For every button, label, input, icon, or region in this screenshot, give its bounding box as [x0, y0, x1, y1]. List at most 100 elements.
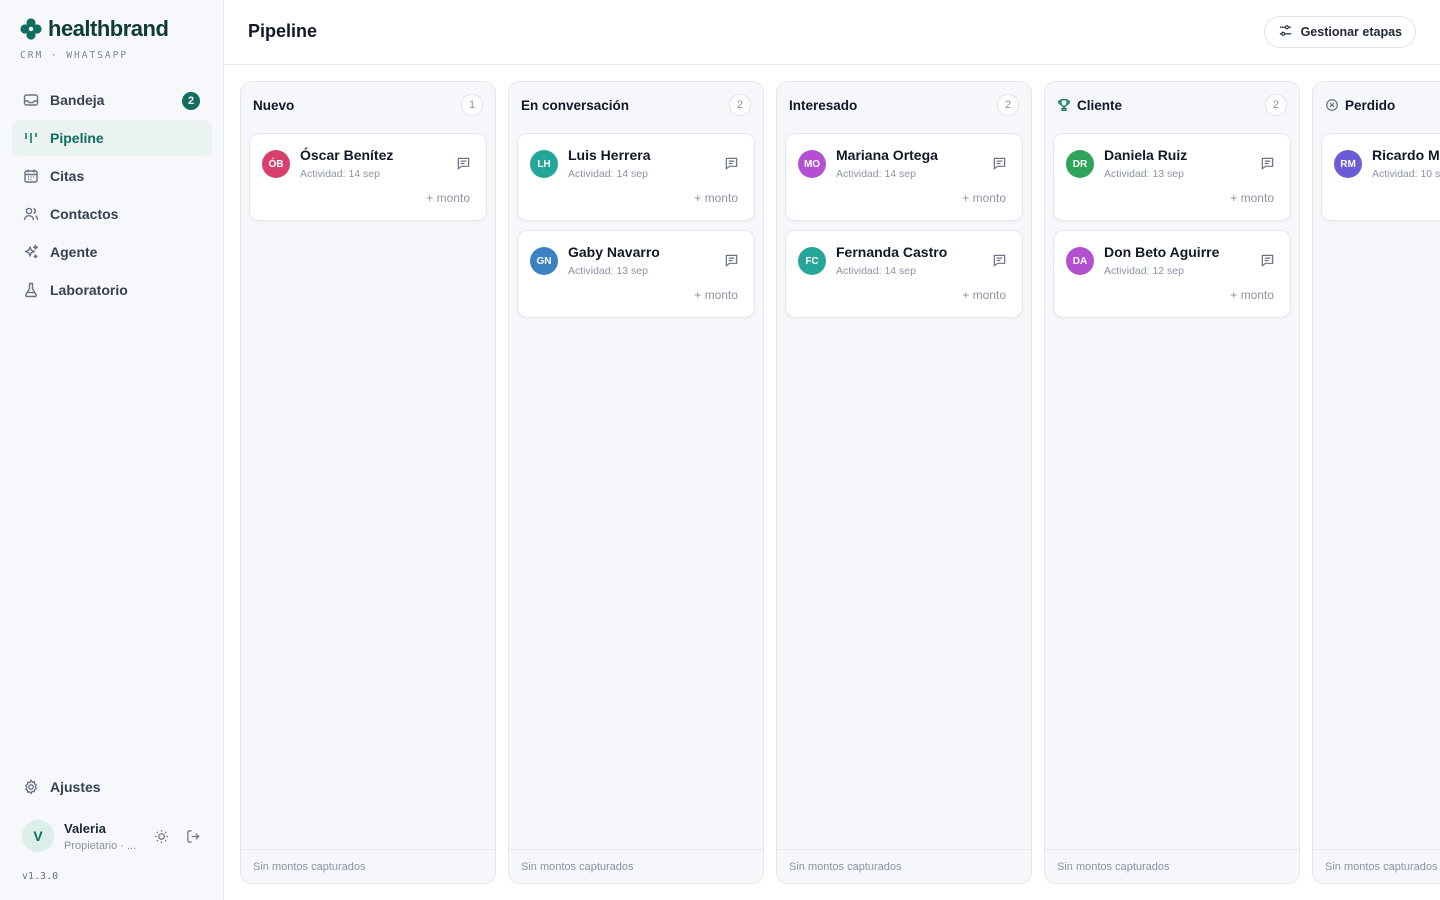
unread-badge: 2	[182, 92, 200, 110]
gear-icon	[22, 778, 40, 796]
sidebar-item-label: Ajustes	[50, 779, 101, 795]
deal-card[interactable]: RM Ricardo Mo Actividad: 10 s	[1321, 133, 1440, 221]
logout-icon	[186, 829, 200, 843]
manage-stages-label: Gestionar etapas	[1300, 25, 1402, 39]
column-count: 2	[729, 94, 751, 116]
user-role: Propietario · ...	[64, 839, 137, 852]
sidebar-item-bandeja[interactable]: Bandeja 2	[12, 82, 212, 118]
avatar: ÓB	[262, 150, 290, 178]
contact-name: Gaby Navarro	[568, 244, 660, 260]
message-icon[interactable]	[1258, 251, 1276, 269]
add-amount-link[interactable]: + monto	[962, 191, 1006, 205]
sidebar-item-citas[interactable]: Citas	[12, 158, 212, 194]
message-icon[interactable]	[722, 154, 740, 172]
sidebar-item-contactos[interactable]: Contactos	[12, 196, 212, 232]
column-title: Perdido	[1345, 97, 1396, 113]
sidebar-nav: Bandeja 2 Pipeline Citas Contactos Agent…	[12, 82, 212, 310]
theme-toggle-button[interactable]	[150, 825, 172, 847]
sidebar-item-ajustes[interactable]: Ajustes	[12, 769, 212, 805]
add-amount-link[interactable]: + monto	[962, 288, 1006, 302]
add-amount-link[interactable]: + monto	[694, 288, 738, 302]
message-icon[interactable]	[1258, 154, 1276, 172]
column-footer: Sin montos capturados	[1313, 849, 1440, 883]
user-profile: V Valeria Propietario · ...	[22, 818, 212, 854]
column-count: 2	[997, 94, 1019, 116]
contact-name: Luis Herrera	[568, 147, 651, 163]
column-footer: Sin montos capturados	[509, 849, 763, 883]
deal-card[interactable]: LH Luis Herrera Actividad: 14 sep + mont…	[517, 133, 755, 221]
page-title: Pipeline	[248, 21, 318, 41]
column-header: Interesado 2	[789, 94, 1019, 116]
column-title: En conversación	[521, 97, 630, 113]
contact-name: Mariana Ortega	[836, 147, 938, 163]
column-footer: Sin montos capturados	[1045, 849, 1299, 883]
manage-stages-button[interactable]: Gestionar etapas	[1263, 16, 1416, 48]
column-title: Cliente	[1077, 97, 1123, 113]
last-activity: Actividad: 13 sep	[1104, 168, 1184, 180]
brand-logo[interactable]: healthbrand	[20, 16, 169, 42]
sidebar-item-label: Bandeja	[50, 92, 105, 108]
sidebar-item-agente[interactable]: Agente	[12, 234, 212, 270]
avatar[interactable]: V	[22, 820, 54, 852]
message-icon[interactable]	[990, 154, 1008, 172]
deal-card[interactable]: DR Daniela Ruiz Actividad: 13 sep + mont…	[1053, 133, 1291, 221]
contact-name: Daniela Ruiz	[1104, 147, 1188, 163]
column-header: En conversación 2	[521, 94, 751, 116]
message-icon[interactable]	[722, 251, 740, 269]
contact-name: Fernanda Castro	[836, 244, 948, 260]
column-header: Perdido	[1325, 94, 1440, 116]
app-version: v1.3.0	[22, 871, 59, 882]
stage-column-interesado: Interesado 2 MO Mariana Ortega Actividad…	[776, 81, 1032, 884]
pipeline-board: Nuevo 1 ÓB Óscar Benítez Actividad: 14 s…	[224, 65, 1440, 900]
last-activity: Actividad: 14 sep	[300, 168, 380, 180]
contact-name: Óscar Benítez	[300, 147, 394, 163]
message-icon[interactable]	[990, 251, 1008, 269]
column-header: Nuevo 1	[253, 94, 483, 116]
pipeline-icon	[22, 129, 40, 147]
user-name: Valeria	[64, 820, 106, 836]
flask-icon	[22, 281, 40, 299]
avatar: RM	[1334, 150, 1362, 178]
stage-column-nuevo: Nuevo 1 ÓB Óscar Benítez Actividad: 14 s…	[240, 81, 496, 884]
sidebar: healthbrand CRM · WHATSAPP Bandeja 2 Pip…	[0, 0, 224, 900]
add-amount-link[interactable]: + monto	[1230, 191, 1274, 205]
sidebar-item-label: Citas	[50, 168, 85, 184]
avatar: DR	[1066, 150, 1094, 178]
column-count: 2	[1265, 94, 1287, 116]
avatar: GN	[530, 247, 558, 275]
last-activity: Actividad: 14 sep	[836, 168, 916, 180]
message-icon[interactable]	[454, 154, 472, 172]
add-amount-link[interactable]: + monto	[1230, 288, 1274, 302]
add-amount-link[interactable]: + monto	[426, 191, 470, 205]
sparkles-icon	[22, 243, 40, 261]
sliders-icon	[1278, 23, 1293, 41]
deal-card[interactable]: ÓB Óscar Benítez Actividad: 14 sep + mon…	[249, 133, 487, 221]
inbox-icon	[22, 91, 40, 109]
sidebar-item-laboratorio[interactable]: Laboratorio	[12, 272, 212, 308]
sun-icon	[154, 829, 168, 843]
avatar: MO	[798, 150, 826, 178]
add-amount-link[interactable]: + monto	[694, 191, 738, 205]
users-icon	[22, 205, 40, 223]
brand-name: healthbrand	[48, 16, 169, 41]
last-activity: Actividad: 14 sep	[568, 168, 648, 180]
sidebar-item-label: Contactos	[50, 206, 119, 222]
deal-card[interactable]: MO Mariana Ortega Actividad: 14 sep + mo…	[785, 133, 1023, 221]
deal-card[interactable]: FC Fernanda Castro Actividad: 14 sep + m…	[785, 230, 1023, 318]
sidebar-item-label: Agente	[50, 244, 98, 260]
calendar-icon	[22, 167, 40, 185]
avatar: LH	[530, 150, 558, 178]
last-activity: Actividad: 14 sep	[836, 265, 916, 277]
trophy-icon	[1057, 98, 1071, 112]
deal-card[interactable]: GN Gaby Navarro Actividad: 13 sep + mont…	[517, 230, 755, 318]
deal-card[interactable]: DA Don Beto Aguirre Actividad: 12 sep + …	[1053, 230, 1291, 318]
brand-subtitle: CRM · WHATSAPP	[20, 50, 129, 61]
last-activity: Actividad: 13 sep	[568, 265, 648, 277]
sidebar-item-pipeline[interactable]: Pipeline	[12, 120, 212, 156]
avatar: DA	[1066, 247, 1094, 275]
stage-column-perdido: Perdido RM Ricardo Mo Actividad: 10 s Si…	[1312, 81, 1440, 884]
logout-button[interactable]	[182, 825, 204, 847]
column-title: Interesado	[789, 97, 858, 113]
contact-name: Don Beto Aguirre	[1104, 244, 1220, 260]
column-footer: Sin montos capturados	[241, 849, 495, 883]
